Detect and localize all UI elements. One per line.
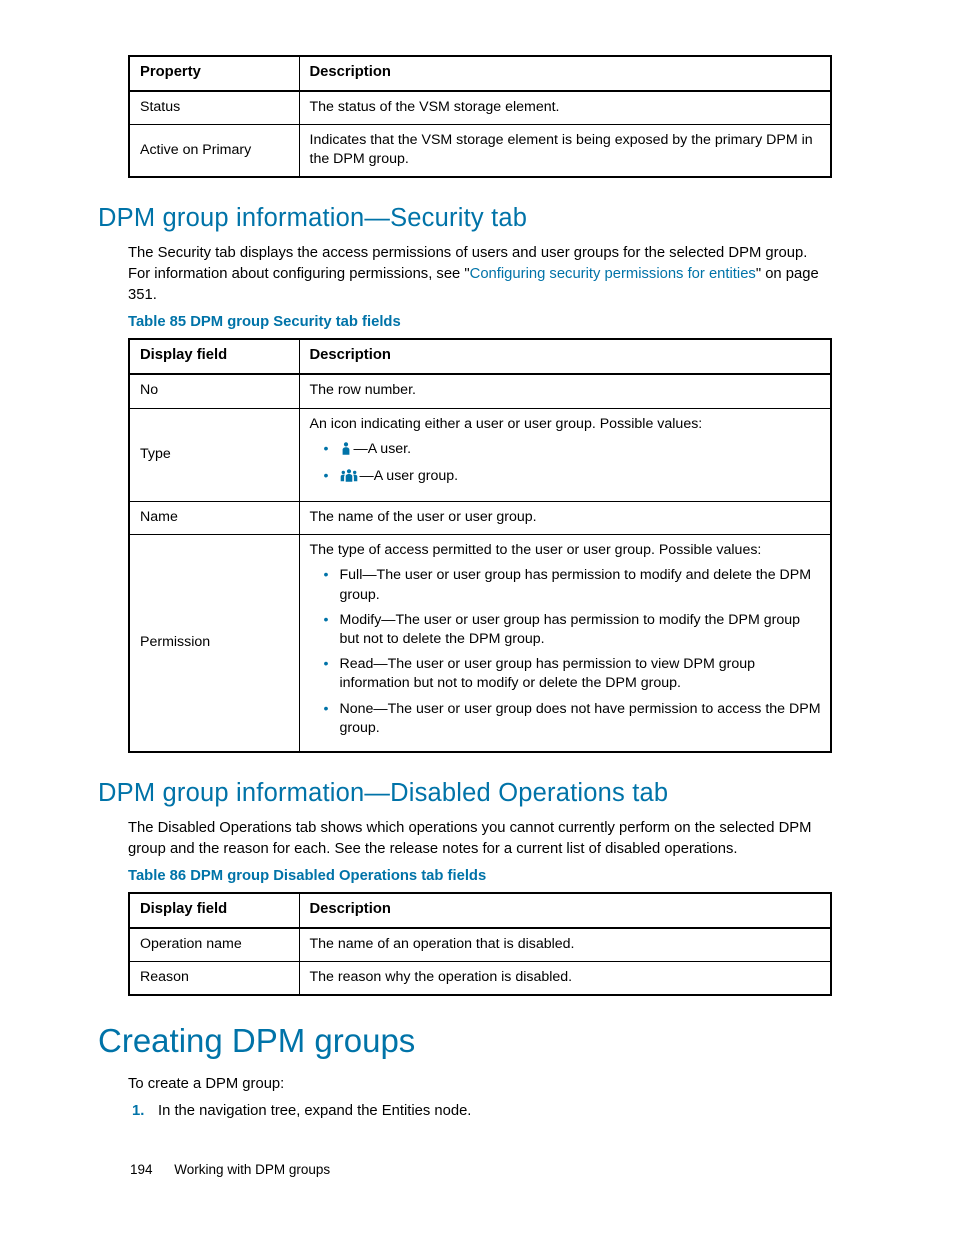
col-header: Property [129,56,299,91]
cell-key: Status [129,91,299,125]
col-header: Description [299,893,831,928]
cell-value: The type of access permitted to the user… [299,535,831,752]
table-security-fields: Display field Description No The row num… [128,338,832,752]
table-disabled-ops-fields: Display field Description Operation name… [128,892,832,996]
table-caption: Table 86 DPM group Disabled Operations t… [128,868,856,884]
chapter-title: Working with DPM groups [174,1162,330,1177]
table-property-description: Property Description Status The status o… [128,55,832,178]
heading-security-tab: DPM group information—Security tab [98,204,856,233]
list-item: Full—The user or user group has permissi… [328,566,823,604]
cell-value: Indicates that the VSM storage element i… [299,125,831,178]
cell-value: The reason why the operation is disabled… [299,962,831,996]
heading-disabled-ops-tab: DPM group information—Disabled Operation… [98,779,856,808]
cell-key: Permission [129,535,299,752]
table-row: Permission The type of access permitted … [129,535,831,752]
text: An icon indicating either a user or user… [310,415,823,434]
user-group-icon [340,469,358,488]
cell-value: The name of the user or user group. [299,502,831,535]
list-item: Modify—The user or user group has permis… [328,611,823,649]
cell-value: The row number. [299,374,831,408]
cell-key: No [129,374,299,408]
col-header: Description [299,339,831,374]
cell-value: An icon indicating either a user or user… [299,408,831,502]
table-row: Status The status of the VSM storage ele… [129,91,831,125]
list-item: —A user group. [328,467,823,488]
paragraph: The Security tab displays the access per… [128,243,828,306]
text: —A user group. [360,468,459,484]
cell-key: Type [129,408,299,502]
table-row: Name The name of the user or user group. [129,502,831,535]
table-row: Active on Primary Indicates that the VSM… [129,125,831,178]
col-header: Description [299,56,831,91]
page-footer: 194 Working with DPM groups [130,1162,330,1177]
col-header: Display field [129,339,299,374]
table-row: Type An icon indicating either a user or… [129,408,831,502]
col-header: Display field [129,893,299,928]
cell-key: Operation name [129,928,299,962]
list-item: None—The user or user group does not hav… [328,700,823,738]
text: The type of access permitted to the user… [310,541,823,560]
cell-key: Reason [129,962,299,996]
cell-value: The status of the VSM storage element. [299,91,831,125]
step-item: In the navigation tree, expand the Entit… [152,1103,856,1119]
ordered-list-steps: In the navigation tree, expand the Entit… [128,1103,856,1119]
table-caption: Table 85 DPM group Security tab fields [128,314,856,330]
table-row: Operation name The name of an operation … [129,928,831,962]
page-number: 194 [130,1162,153,1177]
list-item: —A user. [328,440,823,461]
user-icon [340,442,352,461]
paragraph: To create a DPM group: [128,1074,828,1095]
cell-key: Active on Primary [129,125,299,178]
list-item: Read—The user or user group has permissi… [328,655,823,693]
text: —A user. [354,441,412,457]
table-row: No The row number. [129,374,831,408]
link-configuring-security[interactable]: Configuring security permissions for ent… [470,266,756,282]
cell-value: The name of an operation that is disable… [299,928,831,962]
cell-key: Name [129,502,299,535]
table-row: Reason The reason why the operation is d… [129,962,831,996]
paragraph: The Disabled Operations tab shows which … [128,818,828,860]
heading-creating-dpm-groups: Creating DPM groups [98,1022,856,1060]
